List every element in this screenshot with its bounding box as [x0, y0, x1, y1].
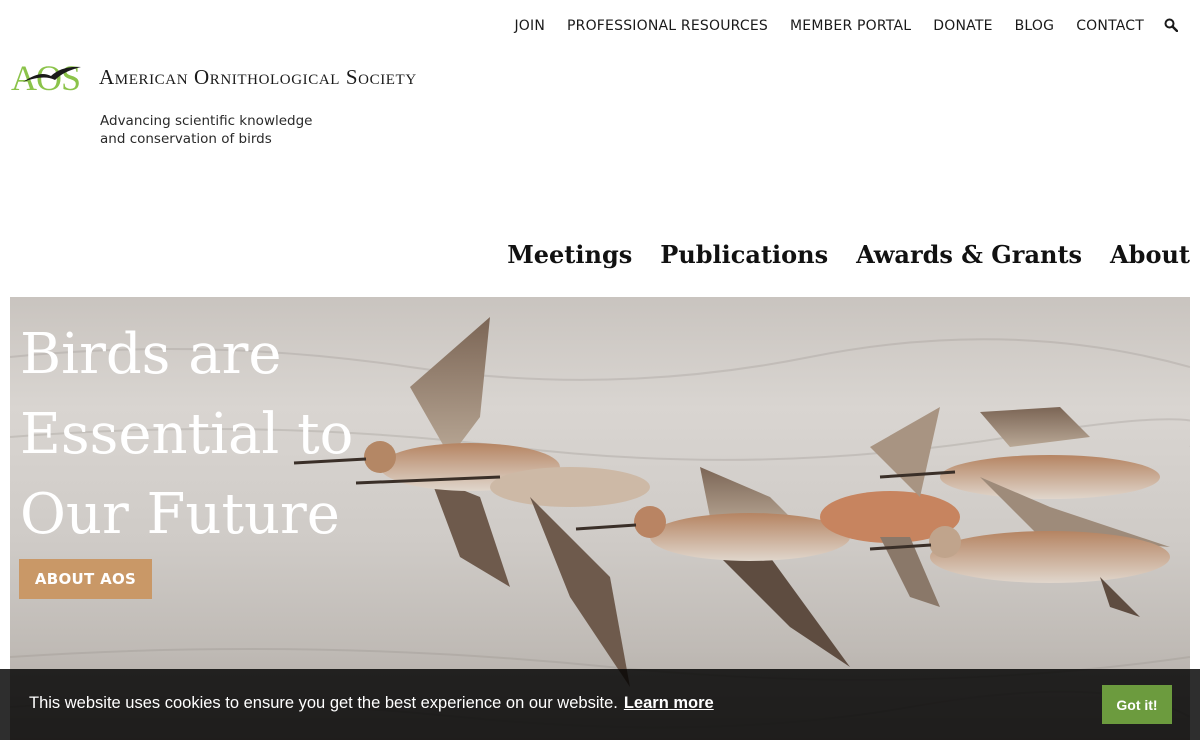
hero-title-line-3: Our Future: [20, 482, 340, 547]
utility-nav: JOIN PROFESSIONAL RESOURCES MEMBER PORTA…: [514, 16, 1180, 36]
donate-link[interactable]: DONATE: [933, 18, 992, 34]
cookie-accept-button[interactable]: Got it!: [1102, 685, 1172, 724]
hero-title-line-1: Birds are: [20, 322, 282, 387]
hero-title-line-2: Essential to: [20, 402, 354, 467]
search-icon[interactable]: [1164, 18, 1180, 34]
org-name: American Ornithological Society: [99, 64, 417, 89]
professional-resources-link[interactable]: PROFESSIONAL RESOURCES: [567, 18, 768, 34]
tagline-line-2: and conservation of birds: [100, 131, 272, 147]
join-link[interactable]: JOIN: [514, 18, 545, 34]
logo-mark: AOS: [11, 58, 91, 98]
tagline-line-1: Advancing scientific knowledge: [100, 113, 313, 129]
learn-more-link[interactable]: Learn more: [624, 694, 714, 712]
primary-nav: Meetings Publications Awards & Grants Ab…: [507, 240, 1190, 269]
contact-link[interactable]: CONTACT: [1076, 18, 1144, 34]
nav-meetings[interactable]: Meetings: [507, 240, 632, 269]
nav-about[interactable]: About: [1110, 240, 1190, 269]
nav-publications[interactable]: Publications: [660, 240, 828, 269]
site-logo[interactable]: AOS American Ornithological Society: [11, 58, 417, 98]
member-portal-link[interactable]: MEMBER PORTAL: [790, 18, 911, 34]
cookie-message: This website uses cookies to ensure you …: [29, 694, 618, 712]
nav-awards-grants[interactable]: Awards & Grants: [856, 240, 1082, 269]
cookie-message-container: This website uses cookies to ensure you …: [29, 694, 714, 713]
about-aos-button[interactable]: ABOUT AOS: [19, 559, 152, 599]
blog-link[interactable]: BLOG: [1015, 18, 1055, 34]
cookie-banner: This website uses cookies to ensure you …: [0, 669, 1200, 740]
hero-title: Birds are Essential to Our Future: [20, 315, 380, 555]
tagline: Advancing scientific knowledge and conse…: [100, 112, 340, 148]
bird-silhouette-icon: [23, 66, 81, 82]
